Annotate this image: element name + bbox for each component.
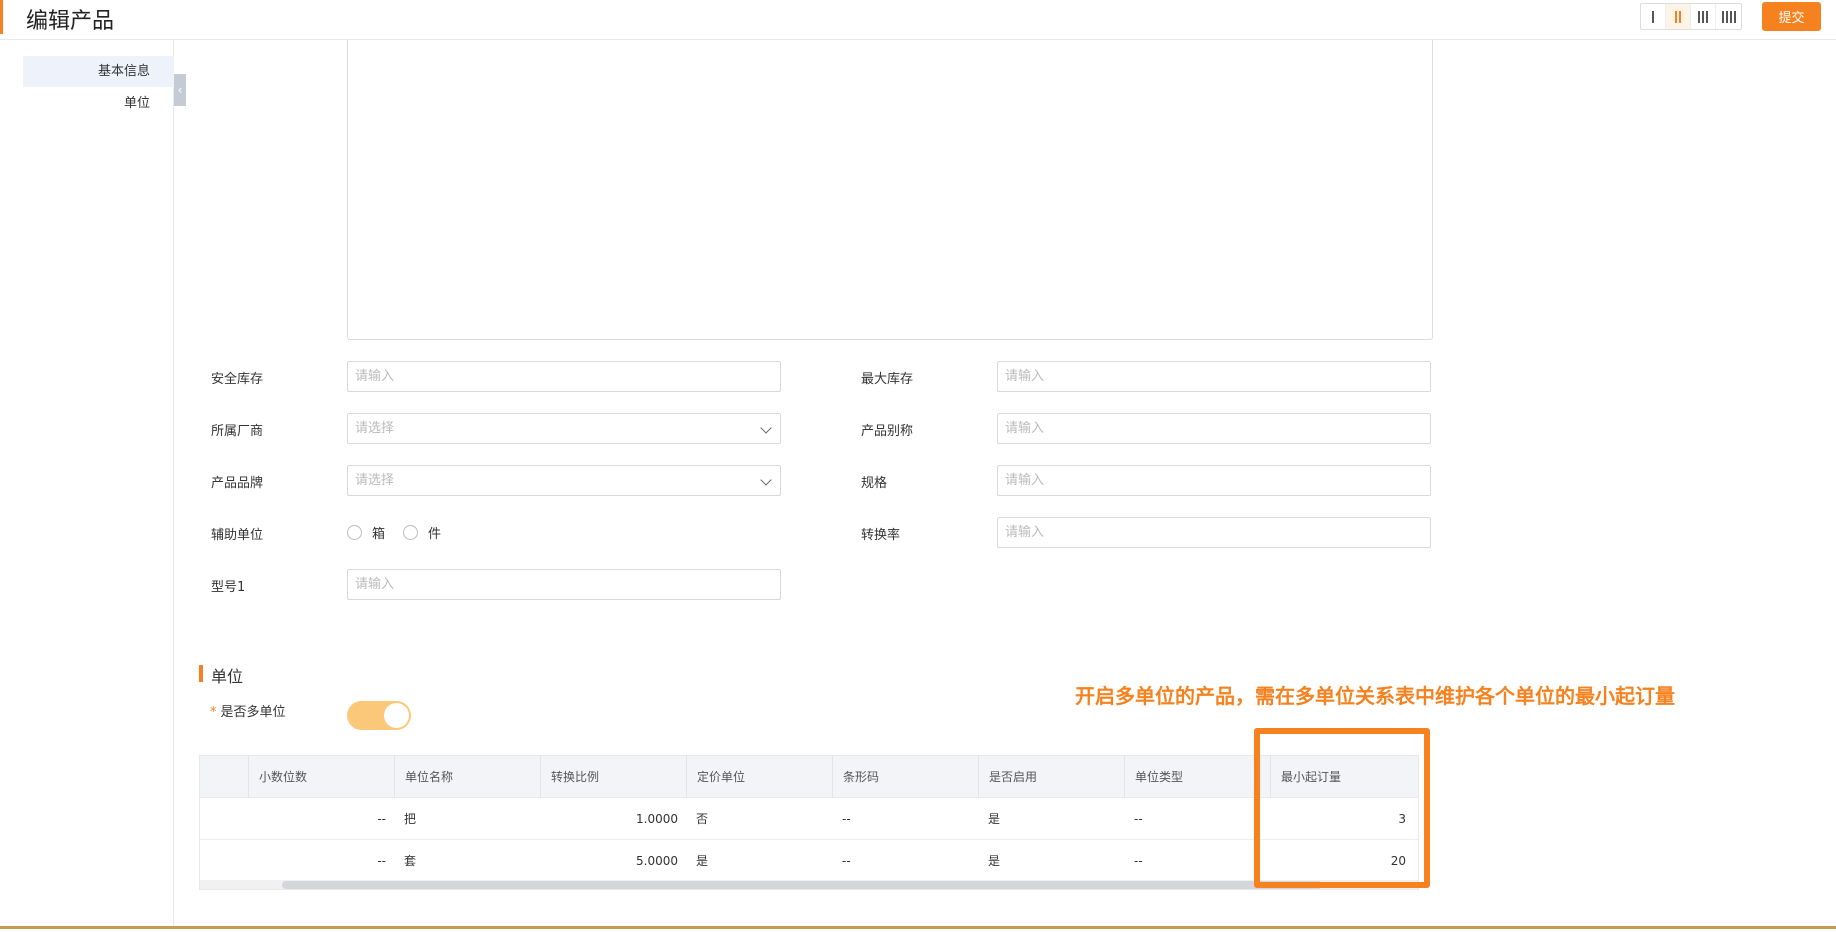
col-pricing-unit: 定价单位 [686,756,832,798]
aux-unit-option-piece[interactable]: 件 [428,523,441,542]
scrollbar-thumb[interactable] [282,881,1322,889]
table-header: 小数位数 单位名称 转换比例 定价单位 条形码 是否启用 单位类型 最小起订量 [200,756,1418,798]
three-column-button[interactable] [1691,4,1716,29]
submit-button[interactable]: 提交 [1762,2,1821,31]
cell-conversion-ratio: 5.0000 [636,854,678,868]
safety-stock-label: 安全库存 [211,372,264,387]
section-nav: 基本信息 单位 [0,40,174,928]
table-row[interactable]: -- 把 1.0000 否 -- 是 -- 3 [200,798,1418,840]
conversion-rate-input[interactable]: 请输入 [997,517,1431,548]
annotation-text: 开启多单位的产品，需在多单位关系表中维护各个单位的最小起订量 [1075,684,1675,708]
spec-label: 规格 [861,476,888,491]
unit-table: 小数位数 单位名称 转换比例 定价单位 条形码 是否启用 单位类型 最小起订量 … [199,755,1419,890]
sidebar-item-basic-info[interactable]: 基本信息 [23,56,174,87]
col-conversion-ratio: 转换比例 [540,756,686,798]
table-horizontal-scrollbar[interactable] [200,880,1418,889]
cell-unit-type: -- [1134,812,1143,826]
1-column-icon [1652,10,1654,23]
chevron-down-icon [760,422,772,434]
aux-unit-option-box[interactable]: 箱 [372,523,385,542]
required-mark: * [210,705,217,720]
toggle-knob [384,703,409,728]
multi-unit-label: * 是否多单位 [210,701,286,720]
four-column-button[interactable] [1716,4,1741,29]
4-column-icon-bar [1729,10,1732,23]
column-layout-switch [1640,3,1742,30]
section-accent-bar [199,665,203,682]
cell-pricing-unit: 否 [696,812,709,826]
cell-barcode: -- [842,812,851,826]
top-bar: 编辑产品 提交 [0,0,1836,40]
table-row[interactable]: -- 套 5.0000 是 -- 是 -- 20 [200,840,1418,882]
alias-input[interactable]: 请输入 [997,413,1431,444]
max-stock-input[interactable]: 请输入 [997,361,1431,392]
unit-section-title: 单位 [211,667,244,686]
brand-placeholder: 请选择 [355,473,395,488]
two-column-button[interactable] [1666,4,1691,29]
3-column-icon-bar [1706,10,1708,23]
page-title: 编辑产品 [26,9,115,34]
cell-unit-type: -- [1134,854,1143,868]
col-unit-name: 单位名称 [394,756,540,798]
model-input[interactable]: 请输入 [347,569,781,600]
cell-enabled: 是 [988,854,1001,868]
4-column-icon-bar [1733,10,1736,23]
title-accent-bar [0,0,3,34]
cell-decimal-places: -- [377,812,386,826]
max-stock-label: 最大库存 [861,372,914,387]
multi-unit-toggle[interactable] [347,701,411,730]
one-column-button[interactable] [1641,4,1666,29]
manufacturer-select[interactable]: 请选择 [347,413,781,444]
spec-input[interactable]: 请输入 [997,465,1431,496]
aux-unit-radio-piece[interactable] [403,525,419,540]
collapse-sidebar-button[interactable]: ‹ [174,74,186,106]
2-column-icon [1675,10,1677,23]
alias-label: 产品别称 [861,424,914,439]
sidebar-item-unit[interactable]: 单位 [23,88,174,119]
cell-unit-name: 把 [404,812,417,826]
col-barcode: 条形码 [832,756,978,798]
2-column-icon-bar [1679,10,1681,23]
col-decimal-places: 小数位数 [248,756,394,798]
cell-enabled: 是 [988,812,1001,826]
min-order-qty-highlight [1254,728,1430,888]
4-column-icon [1721,10,1724,23]
cell-decimal-places: -- [377,854,386,868]
aux-unit-radio-box[interactable] [347,525,362,540]
col-unit-type: 单位类型 [1124,756,1270,798]
bottom-divider [0,926,1836,929]
aux-unit-radio-group: 箱 件 [347,523,459,542]
3-column-icon [1698,10,1700,23]
description-editor[interactable] [347,40,1433,340]
col-enabled: 是否启用 [978,756,1124,798]
multi-unit-label-text: 是否多单位 [220,705,286,720]
manufacturer-label: 所属厂商 [211,424,264,439]
cell-pricing-unit: 是 [696,854,709,868]
page: 编辑产品 提交 基本信息 单位 ‹ 安全库存 请输入 最大库存 请输入 所属厂商… [0,0,1836,932]
brand-label: 产品品牌 [211,476,264,491]
safety-stock-input[interactable]: 请输入 [347,361,781,392]
chevron-down-icon [760,474,772,486]
cell-unit-name: 套 [404,854,417,868]
conversion-rate-label: 转换率 [861,528,901,543]
aux-unit-label: 辅助单位 [211,528,264,543]
4-column-icon-bar [1725,10,1728,23]
brand-select[interactable]: 请选择 [347,465,781,496]
cell-conversion-ratio: 1.0000 [636,812,678,826]
manufacturer-placeholder: 请选择 [355,421,395,436]
cell-barcode: -- [842,854,851,868]
chevron-left-icon: ‹ [177,83,183,97]
model-label: 型号1 [211,580,246,595]
3-column-icon-bar [1702,10,1704,23]
